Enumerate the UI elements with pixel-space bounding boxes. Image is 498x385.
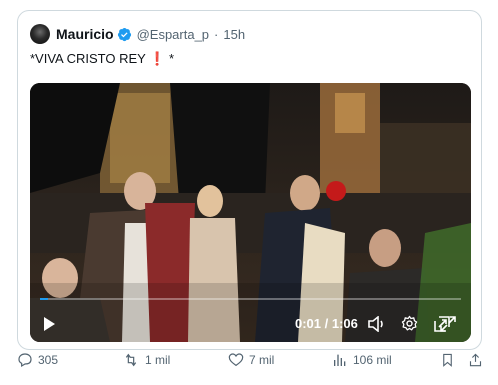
share-icon <box>469 353 482 367</box>
tweet-header: Mauricio @Esparta_p · 15h <box>30 23 245 45</box>
reply-button[interactable]: 305 <box>17 352 58 368</box>
video-frame <box>30 83 471 342</box>
heart-icon <box>228 353 244 367</box>
tweet-timestamp[interactable]: 15h <box>223 27 245 42</box>
bookmark-icon <box>443 353 452 367</box>
current-time: 0:01 <box>295 316 322 331</box>
like-button[interactable]: 7 mil <box>228 352 274 368</box>
bookmark-button[interactable] <box>440 352 460 368</box>
verified-badge-icon <box>117 27 131 41</box>
volume-icon[interactable] <box>368 316 386 332</box>
tweet-text: *VIVA CRISTO REY ❗ * <box>30 51 174 67</box>
meta-separator: · <box>214 26 219 42</box>
video-player[interactable]: 0:01 / 1:06 <box>30 83 471 342</box>
share-button[interactable] <box>468 352 488 368</box>
retweet-icon <box>125 353 137 367</box>
tweet-card[interactable]: Mauricio @Esparta_p · 15h *VIVA CRISTO R… <box>17 10 482 350</box>
views-button[interactable]: 106 mil <box>332 352 392 368</box>
views-chart-icon <box>334 354 346 366</box>
video-time: 0:01 / 1:06 <box>295 316 358 331</box>
time-separator: / <box>321 316 332 331</box>
play-icon[interactable] <box>42 316 56 332</box>
video-progress-fill <box>40 298 49 300</box>
views-count: 106 mil <box>353 353 392 367</box>
settings-gear-icon[interactable] <box>401 315 418 332</box>
reply-icon <box>18 353 32 368</box>
tweet-text-end: * <box>165 51 175 66</box>
duration: 1:06 <box>331 316 358 331</box>
video-progress-bar[interactable] <box>40 298 461 300</box>
avatar[interactable] <box>30 24 50 44</box>
fullscreen-icon[interactable] <box>440 316 456 332</box>
author-handle[interactable]: @Esparta_p <box>137 27 209 42</box>
tweet-text-main: *VIVA CRISTO REY <box>30 51 150 66</box>
retweet-count: 1 mil <box>145 353 171 367</box>
tweet-actions: 305 1 mil 7 mil 106 mil <box>17 352 482 374</box>
like-count: 7 mil <box>249 353 275 367</box>
retweet-button[interactable]: 1 mil <box>122 352 170 368</box>
exclamation-emoji: ❗ <box>149 51 166 66</box>
author-name[interactable]: Mauricio <box>56 26 114 42</box>
reply-count: 305 <box>38 353 59 367</box>
